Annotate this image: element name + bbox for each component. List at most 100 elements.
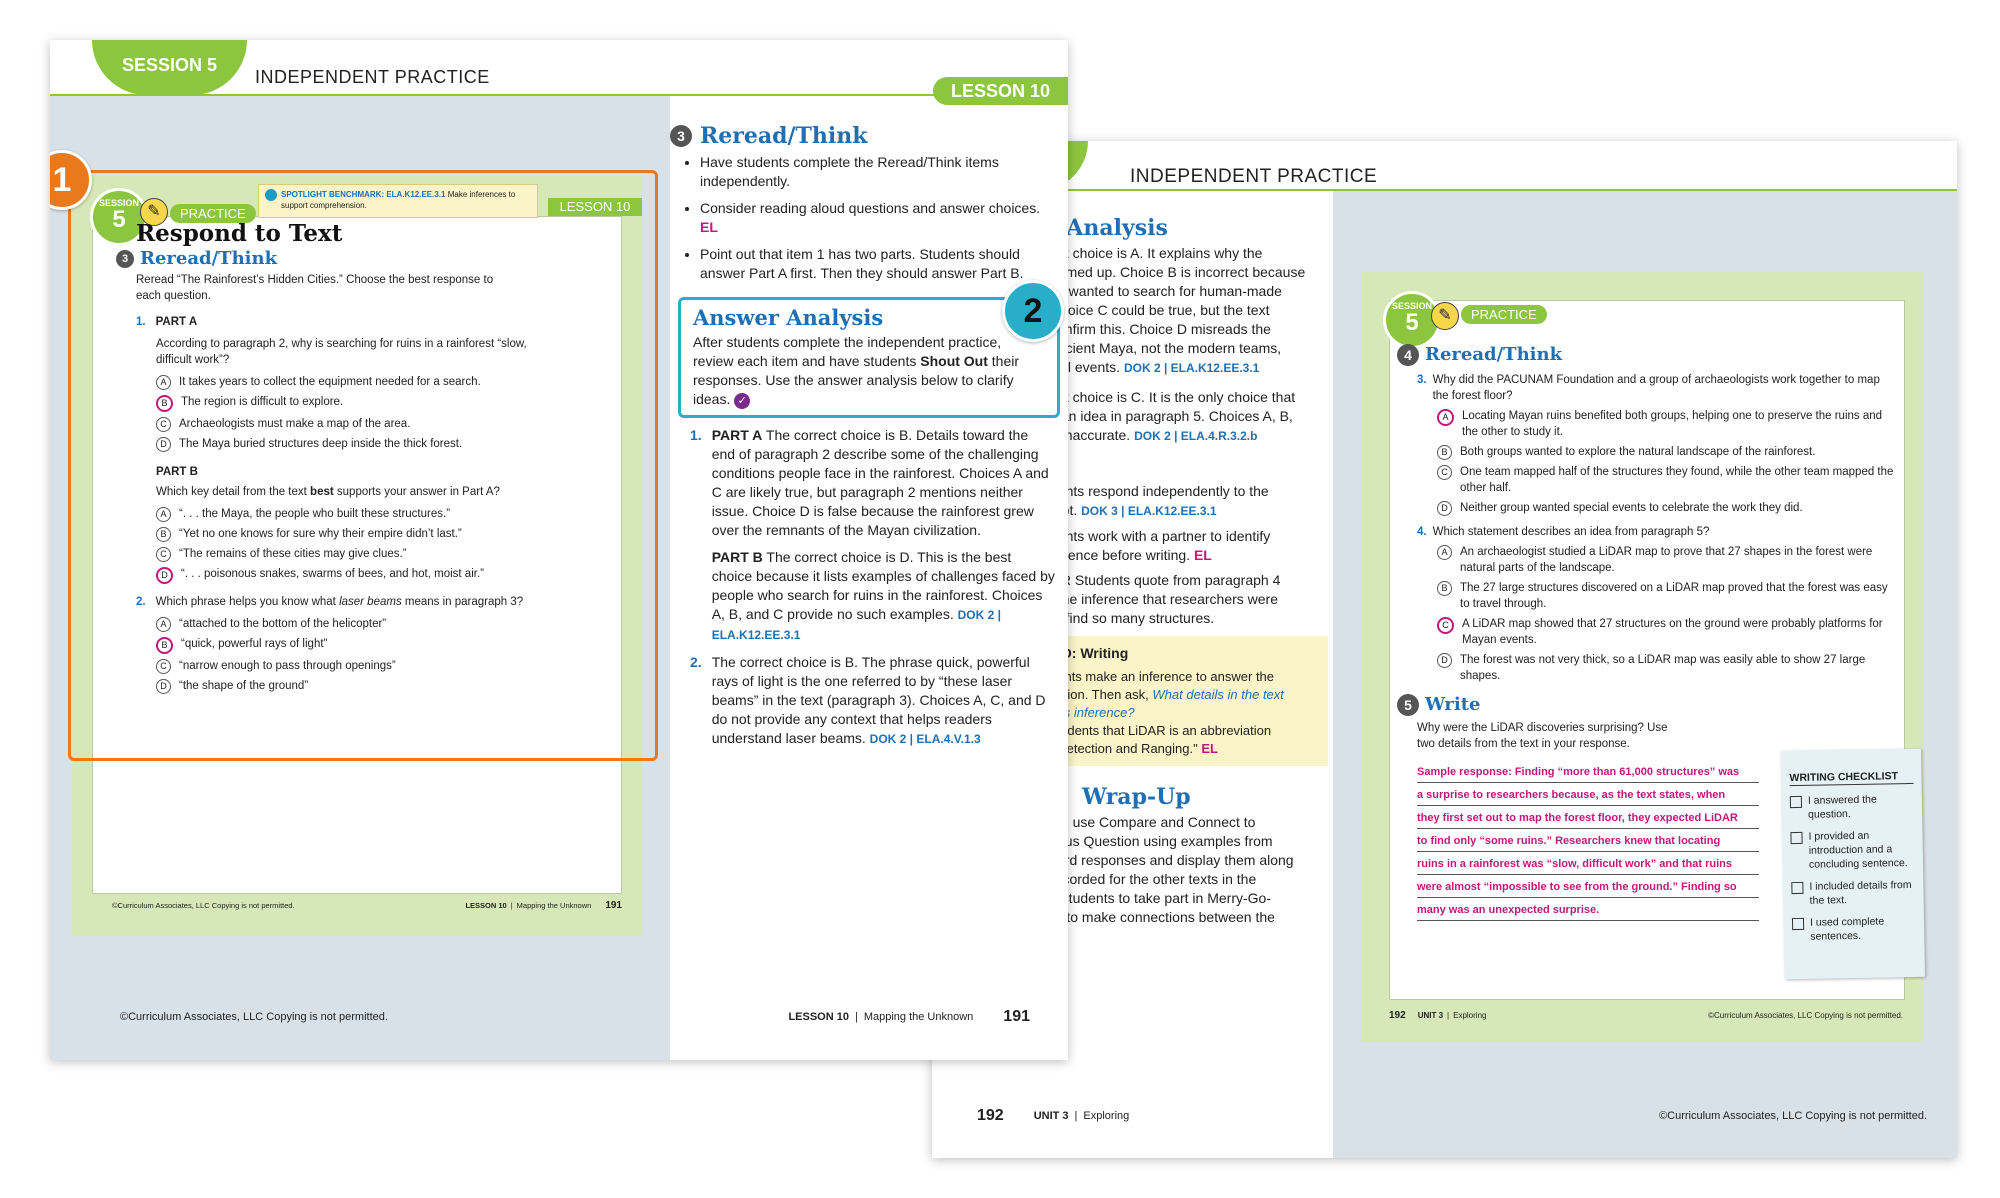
wrapup-line: ocus Question using examples from: [1050, 833, 1273, 849]
bullet-text: Consider reading aloud questions and ans…: [700, 200, 1041, 216]
footer-title: Mapping the Unknown: [863, 1011, 974, 1023]
sample-response-line: Sample response: Finding “more than 61,0…: [1417, 760, 1759, 783]
choice-letter: C: [1437, 465, 1452, 480]
checkbox[interactable]: [1791, 881, 1804, 895]
answer-choice[interactable]: B The 27 large structures discovered on a…: [1437, 580, 1897, 612]
back-text-line: vidence before writing.: [1050, 547, 1191, 563]
go-box-line: t Detection and Ranging.": [1050, 741, 1198, 756]
back-text-line: ect choice is A. It explains why the: [1050, 245, 1263, 261]
choice-letter: D: [1437, 501, 1452, 516]
front-session-tab: SESSION 5: [92, 40, 247, 95]
answer-number: 1.: [690, 427, 702, 443]
dok-tag: DOK 2 | ELA.4.R.3.2.b: [1134, 429, 1258, 443]
footer-title: Mapping the Unknown: [516, 901, 592, 910]
back-page: N 5 INDEPENDENT PRACTICE r Analysis ect …: [932, 141, 1957, 1158]
back-footer-copy: ©Curriculum Associates, LLC Copying is n…: [1659, 1110, 1927, 1122]
footer-lesson: LESSON 10: [788, 1011, 849, 1023]
q4-choices: A An archaeologist studied a LiDAR map to…: [1437, 544, 1897, 684]
back-footer-unit: UNIT 3: [1033, 1110, 1069, 1122]
back-text-line: t the inference that researchers were: [1050, 591, 1279, 607]
aa-text-bold: Shout Out: [920, 353, 988, 369]
choice-letter: B: [1437, 445, 1452, 460]
footer-unit: UNIT 3: [1417, 1011, 1444, 1020]
choice-letter: D: [1437, 653, 1452, 668]
front-lesson-tab: LESSON 10: [933, 77, 1068, 105]
back-text-line: to find so many structures.: [1050, 610, 1215, 626]
dok-tag: DOK 2 | ELA.K12.EE.3.1: [1123, 361, 1260, 375]
sample-response-line: many was an unexpected surprise.: [1417, 898, 1759, 921]
answer-part-a-text: The correct choice is B. Details toward …: [711, 427, 1049, 538]
wrapup-line: recorded for the other texts in the: [1050, 871, 1257, 887]
back-inset-frame: SESSION 5 ✎ PRACTICE 4 Reread/Think 3. W…: [1361, 272, 1925, 1042]
answer-choice[interactable]: A An archaeologist studied a LiDAR map to…: [1437, 544, 1897, 576]
go-box-line: dents make an inference to answer the: [1050, 669, 1275, 684]
choice-text: The 27 large structures discovered on a …: [1460, 582, 1888, 610]
answer-number: 2.: [690, 654, 702, 670]
checklist-item: I used complete sentences.: [1809, 915, 1885, 943]
q3-choices: A Locating Mayan ruins benefited both gro…: [1437, 408, 1897, 516]
choice-text: Both groups wanted to explore the natura…: [1460, 446, 1816, 458]
answer-choice[interactable]: C One team mapped half of the structures …: [1437, 464, 1897, 496]
choice-letter: C: [1437, 617, 1454, 634]
check-icon: ✓: [734, 393, 751, 409]
bullet-item: Consider reading aloud questions and ans…: [700, 199, 1055, 237]
checkbox[interactable]: [1790, 831, 1803, 845]
answers: 1. PART A The correct choice is B. Detai…: [690, 426, 1055, 757]
sample-response-line: they first set out to map the forest flo…: [1417, 806, 1759, 829]
answer-choice[interactable]: D Neither group wanted special events to …: [1437, 500, 1897, 516]
back-text-line: dents respond independently to the: [1050, 483, 1269, 499]
callout-box-1: [68, 170, 658, 761]
back-footer-page: 192: [977, 1107, 1004, 1124]
answer-choice[interactable]: A Locating Mayan ruins benefited both gro…: [1437, 408, 1897, 440]
wrapup-line: cord responses and display them along: [1050, 852, 1294, 868]
back-inset-reread-heading: Reread/Think: [1425, 344, 1563, 365]
back-text-line: eamed up. Choice B is incorrect because: [1050, 264, 1306, 280]
question-text: Why did the PACUNAM Foundation and a gro…: [1432, 374, 1880, 402]
back-text-line: ps wanted to search for human-made: [1050, 283, 1282, 299]
callout-badge-2: 2: [1002, 280, 1064, 342]
back-inset-footer: 192 UNIT 3 | Exploring ©Curriculum Assoc…: [1389, 1010, 1903, 1021]
section-number-badge: 4: [1397, 344, 1419, 366]
write-heading: Write: [1425, 694, 1481, 715]
choice-text: One team mapped half of the structures t…: [1460, 466, 1894, 494]
reread-bullets: Have students complete the Reread/Think …: [680, 153, 1055, 283]
answer-choice[interactable]: D The forest was not very thick, so a LiD…: [1437, 652, 1897, 684]
back-analysis-heading: r Analysis: [1047, 215, 1168, 241]
footer-lesson: LESSON 10: [465, 901, 507, 910]
checklist-title: WRITING CHECKLIST: [1789, 768, 1914, 787]
answer-choice[interactable]: C A LiDAR map showed that 27 structures o…: [1437, 616, 1897, 648]
right-reread-heading: Reread/Think: [700, 122, 868, 149]
sample-response-line: were almost “impossible to see from the …: [1417, 875, 1759, 898]
session-tab-label: SESSION 5: [121, 55, 218, 75]
footer-copy: ©Curriculum Associates, LLC Copying is n…: [112, 901, 295, 910]
back-header-rule: [1042, 189, 1957, 191]
choice-letter: B: [1437, 581, 1452, 596]
back-text-line: Choice C could be true, but the text: [1050, 302, 1270, 318]
choice-text: Neither group wanted special events to c…: [1460, 502, 1803, 514]
write-prompt: Why were the LiDAR discoveries surprisin…: [1417, 722, 1668, 750]
go-box-line: students that LiDAR is an abbreviation: [1050, 723, 1272, 738]
sample-response-line: ruins in a rainforest was “slow, difficu…: [1417, 852, 1759, 875]
el-tag: EL: [1193, 547, 1212, 563]
choice-text: An archaeologist studied a LiDAR map to …: [1460, 546, 1873, 574]
wrapup-line: e students to take part in Merry-Go-: [1050, 890, 1271, 906]
footer-page: 191: [1003, 1008, 1030, 1025]
back-text-line: ancient Maya, not the modern teams,: [1050, 340, 1282, 356]
front-page: SESSION 5 INDEPENDENT PRACTICE LESSON 10…: [50, 40, 1068, 1060]
front-footer: ©Curriculum Associates, LLC Copying is n…: [120, 1008, 1030, 1025]
choice-text: Locating Mayan ruins benefited both grou…: [1462, 410, 1883, 438]
front-inset-footer: ©Curriculum Associates, LLC Copying is n…: [112, 900, 622, 911]
answer-choice[interactable]: B Both groups wanted to explore the natur…: [1437, 444, 1897, 460]
checkbox[interactable]: [1789, 795, 1803, 809]
answer-part-b-text: The correct choice is D. This is the bes…: [711, 549, 1055, 622]
front-header-rule: [50, 94, 1068, 96]
back-text-line: ect choice is C. It is the only choice t…: [1050, 389, 1296, 405]
checklist-item: I answered the question.: [1807, 793, 1877, 821]
el-tag: EL: [700, 219, 718, 235]
choice-letter: A: [1437, 545, 1452, 560]
wrapup-line: nts use Compare and Connect to: [1050, 814, 1256, 830]
choice-text: A LiDAR map showed that 27 structures on…: [1462, 618, 1883, 646]
question-number: 4.: [1417, 526, 1427, 538]
section-number-badge: 5: [1397, 694, 1419, 716]
checkbox[interactable]: [1791, 917, 1805, 931]
